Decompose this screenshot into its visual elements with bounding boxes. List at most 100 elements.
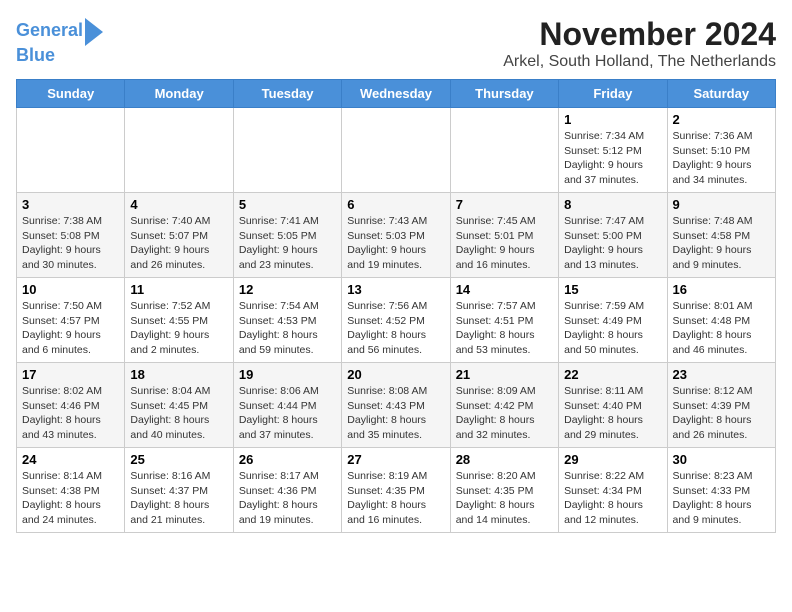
day-number: 27 xyxy=(347,452,444,467)
calendar-cell: 30Sunrise: 8:23 AM Sunset: 4:33 PM Dayli… xyxy=(667,448,775,533)
day-info: Sunrise: 7:36 AM Sunset: 5:10 PM Dayligh… xyxy=(673,129,770,188)
day-number: 4 xyxy=(130,197,227,212)
calendar-cell: 4 Sunrise: 7:40 AM Sunset: 5:07 PM Daylig… xyxy=(125,193,233,278)
day-number: 20 xyxy=(347,367,444,382)
day-info: Sunrise: 8:08 AM Sunset: 4:43 PM Dayligh… xyxy=(347,384,444,443)
calendar-cell: 10 Sunrise: 7:50 AM Sunset: 4:57 PM Dayli… xyxy=(17,278,125,363)
calendar-cell xyxy=(342,108,450,193)
day-info: Sunrise: 7:40 AM Sunset: 5:07 PM Dayligh… xyxy=(130,214,227,273)
day-info: Sunrise: 7:56 AM Sunset: 4:52 PM Dayligh… xyxy=(347,299,444,358)
day-number: 26 xyxy=(239,452,336,467)
calendar-week-2: 3Sunrise: 7:38 AM Sunset: 5:08 PM Daylig… xyxy=(17,193,776,278)
calendar-cell: 20 Sunrise: 8:08 AM Sunset: 4:43 PM Dayli… xyxy=(342,363,450,448)
day-number: 11 xyxy=(130,282,227,297)
day-number: 28 xyxy=(456,452,553,467)
day-info: Sunrise: 8:01 AM Sunset: 4:48 PM Dayligh… xyxy=(673,299,770,358)
calendar-cell xyxy=(233,108,341,193)
logo: General Blue xyxy=(16,16,103,66)
calendar-cell: 7 Sunrise: 7:45 AM Sunset: 5:01 PM Daylig… xyxy=(450,193,558,278)
location-subtitle: Arkel, South Holland, The Netherlands xyxy=(503,53,776,71)
calendar-week-1: 1 Sunrise: 7:34 AM Sunset: 5:12 PM Daylig… xyxy=(17,108,776,193)
day-info: Sunrise: 7:48 AM Sunset: 4:58 PM Dayligh… xyxy=(673,214,770,273)
day-info: Sunrise: 7:57 AM Sunset: 4:51 PM Dayligh… xyxy=(456,299,553,358)
calendar-cell: 15Sunrise: 7:59 AM Sunset: 4:49 PM Dayli… xyxy=(559,278,667,363)
month-title: November 2024 xyxy=(503,16,776,53)
calendar-cell: 8Sunrise: 7:47 AM Sunset: 5:00 PM Daylig… xyxy=(559,193,667,278)
day-info: Sunrise: 8:14 AM Sunset: 4:38 PM Dayligh… xyxy=(22,469,119,528)
calendar-cell: 19 Sunrise: 8:06 AM Sunset: 4:44 PM Dayli… xyxy=(233,363,341,448)
calendar-table: SundayMondayTuesdayWednesdayThursdayFrid… xyxy=(16,79,776,533)
logo-text-line1: General xyxy=(16,21,83,41)
day-number: 9 xyxy=(673,197,770,212)
day-number: 6 xyxy=(347,197,444,212)
calendar-cell: 21 Sunrise: 8:09 AM Sunset: 4:42 PM Dayli… xyxy=(450,363,558,448)
day-info: Sunrise: 7:34 AM Sunset: 5:12 PM Dayligh… xyxy=(564,129,661,188)
calendar-cell: 13 Sunrise: 7:56 AM Sunset: 4:52 PM Dayli… xyxy=(342,278,450,363)
calendar-cell: 6 Sunrise: 7:43 AM Sunset: 5:03 PM Daylig… xyxy=(342,193,450,278)
page-header: General Blue November 2024 Arkel, South … xyxy=(16,16,776,71)
day-number: 17 xyxy=(22,367,119,382)
weekday-header-friday: Friday xyxy=(559,80,667,108)
calendar-cell xyxy=(450,108,558,193)
calendar-cell: 2 Sunrise: 7:36 AM Sunset: 5:10 PM Daylig… xyxy=(667,108,775,193)
day-number: 16 xyxy=(673,282,770,297)
day-info: Sunrise: 7:52 AM Sunset: 4:55 PM Dayligh… xyxy=(130,299,227,358)
day-info: Sunrise: 7:54 AM Sunset: 4:53 PM Dayligh… xyxy=(239,299,336,358)
calendar-cell: 25Sunrise: 8:16 AM Sunset: 4:37 PM Dayli… xyxy=(125,448,233,533)
day-number: 7 xyxy=(456,197,553,212)
day-number: 18 xyxy=(130,367,227,382)
weekday-header-saturday: Saturday xyxy=(667,80,775,108)
day-number: 13 xyxy=(347,282,444,297)
day-info: Sunrise: 7:43 AM Sunset: 5:03 PM Dayligh… xyxy=(347,214,444,273)
day-info: Sunrise: 7:50 AM Sunset: 4:57 PM Dayligh… xyxy=(22,299,119,358)
calendar-cell: 14 Sunrise: 7:57 AM Sunset: 4:51 PM Dayli… xyxy=(450,278,558,363)
day-number: 12 xyxy=(239,282,336,297)
day-info: Sunrise: 8:23 AM Sunset: 4:33 PM Dayligh… xyxy=(673,469,770,528)
day-number: 19 xyxy=(239,367,336,382)
calendar-cell: 27 Sunrise: 8:19 AM Sunset: 4:35 PM Dayli… xyxy=(342,448,450,533)
day-number: 5 xyxy=(239,197,336,212)
day-number: 8 xyxy=(564,197,661,212)
logo-arrow-icon xyxy=(85,18,103,46)
day-number: 2 xyxy=(673,112,770,127)
day-info: Sunrise: 7:41 AM Sunset: 5:05 PM Dayligh… xyxy=(239,214,336,273)
calendar-cell: 18 Sunrise: 8:04 AM Sunset: 4:45 PM Dayli… xyxy=(125,363,233,448)
day-info: Sunrise: 8:19 AM Sunset: 4:35 PM Dayligh… xyxy=(347,469,444,528)
day-info: Sunrise: 8:02 AM Sunset: 4:46 PM Dayligh… xyxy=(22,384,119,443)
title-block: November 2024 Arkel, South Holland, The … xyxy=(503,16,776,71)
day-info: Sunrise: 8:22 AM Sunset: 4:34 PM Dayligh… xyxy=(564,469,661,528)
calendar-week-3: 10 Sunrise: 7:50 AM Sunset: 4:57 PM Dayli… xyxy=(17,278,776,363)
day-number: 22 xyxy=(564,367,661,382)
day-number: 21 xyxy=(456,367,553,382)
calendar-cell: 28 Sunrise: 8:20 AM Sunset: 4:35 PM Dayli… xyxy=(450,448,558,533)
day-info: Sunrise: 8:12 AM Sunset: 4:39 PM Dayligh… xyxy=(673,384,770,443)
calendar-cell: 3Sunrise: 7:38 AM Sunset: 5:08 PM Daylig… xyxy=(17,193,125,278)
weekday-header-monday: Monday xyxy=(125,80,233,108)
day-number: 23 xyxy=(673,367,770,382)
calendar-week-4: 17 Sunrise: 8:02 AM Sunset: 4:46 PM Dayli… xyxy=(17,363,776,448)
day-number: 14 xyxy=(456,282,553,297)
day-info: Sunrise: 8:04 AM Sunset: 4:45 PM Dayligh… xyxy=(130,384,227,443)
calendar-cell: 17 Sunrise: 8:02 AM Sunset: 4:46 PM Dayli… xyxy=(17,363,125,448)
weekday-header-tuesday: Tuesday xyxy=(233,80,341,108)
calendar-cell: 16 Sunrise: 8:01 AM Sunset: 4:48 PM Dayli… xyxy=(667,278,775,363)
weekday-header-wednesday: Wednesday xyxy=(342,80,450,108)
weekday-header-sunday: Sunday xyxy=(17,80,125,108)
calendar-cell: 24 Sunrise: 8:14 AM Sunset: 4:38 PM Dayli… xyxy=(17,448,125,533)
day-number: 3 xyxy=(22,197,119,212)
calendar-cell: 29Sunrise: 8:22 AM Sunset: 4:34 PM Dayli… xyxy=(559,448,667,533)
calendar-cell: 5 Sunrise: 7:41 AM Sunset: 5:05 PM Daylig… xyxy=(233,193,341,278)
day-info: Sunrise: 8:16 AM Sunset: 4:37 PM Dayligh… xyxy=(130,469,227,528)
calendar-week-5: 24 Sunrise: 8:14 AM Sunset: 4:38 PM Dayli… xyxy=(17,448,776,533)
weekday-header-thursday: Thursday xyxy=(450,80,558,108)
day-info: Sunrise: 8:06 AM Sunset: 4:44 PM Dayligh… xyxy=(239,384,336,443)
day-info: Sunrise: 8:20 AM Sunset: 4:35 PM Dayligh… xyxy=(456,469,553,528)
day-info: Sunrise: 7:59 AM Sunset: 4:49 PM Dayligh… xyxy=(564,299,661,358)
day-info: Sunrise: 8:17 AM Sunset: 4:36 PM Dayligh… xyxy=(239,469,336,528)
day-info: Sunrise: 7:45 AM Sunset: 5:01 PM Dayligh… xyxy=(456,214,553,273)
day-info: Sunrise: 8:09 AM Sunset: 4:42 PM Dayligh… xyxy=(456,384,553,443)
calendar-cell: 1 Sunrise: 7:34 AM Sunset: 5:12 PM Daylig… xyxy=(559,108,667,193)
day-number: 1 xyxy=(564,112,661,127)
day-number: 10 xyxy=(22,282,119,297)
day-number: 24 xyxy=(22,452,119,467)
